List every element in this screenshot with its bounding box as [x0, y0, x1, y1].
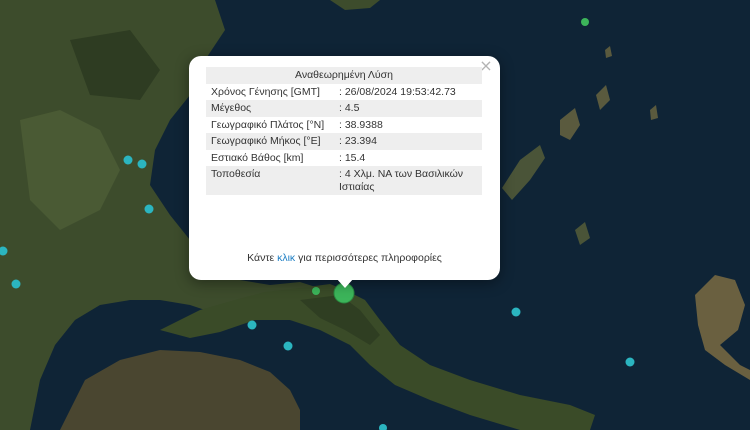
- event-marker[interactable]: [312, 287, 320, 295]
- event-marker[interactable]: [511, 307, 521, 317]
- event-marker[interactable]: [11, 279, 21, 289]
- event-marker[interactable]: [581, 18, 589, 26]
- event-marker[interactable]: [283, 341, 293, 351]
- event-marker[interactable]: [144, 204, 154, 214]
- depth-label: Εστιακό Βάθος [km]: [211, 151, 304, 164]
- magnitude-label: Μέγεθος: [206, 100, 334, 117]
- latitude-value: : 38.9388: [339, 118, 383, 131]
- depth-value: : 15.4: [339, 151, 366, 164]
- latitude-label: Γεωγραφικό Πλάτος [°N]: [211, 118, 325, 131]
- location-value: : 4 Χλμ. ΝΑ των Βασιλικών Ιστιαίας: [334, 166, 482, 195]
- longitude-label: Γεωγραφικό Μήκος [°E]: [206, 133, 334, 150]
- popup-title: Αναθεωρημένη Λύση: [206, 67, 482, 84]
- more-info-line: Κάντε κλικ για περισσότερες πληροφορίες: [189, 252, 500, 264]
- longitude-value: : 23.394: [334, 133, 482, 150]
- more-info-suffix: για περισσότερες πληροφορίες: [295, 252, 442, 264]
- event-popup: × Αναθεωρημένη Λύση Χρόνος Γένησης [GMT]…: [189, 56, 500, 280]
- event-details-table: Αναθεωρημένη Λύση Χρόνος Γένησης [GMT] :…: [206, 67, 482, 195]
- magnitude-value: : 4.5: [334, 100, 482, 117]
- location-label: Τοποθεσία: [206, 166, 334, 195]
- more-info-prefix: Κάντε: [247, 252, 278, 264]
- more-info-link[interactable]: κλικ: [277, 252, 295, 264]
- event-marker[interactable]: [123, 155, 133, 165]
- event-marker[interactable]: [247, 320, 257, 330]
- event-marker[interactable]: [137, 159, 147, 169]
- origin-time-value: : 26/08/2024 19:53:42.73: [339, 85, 456, 98]
- event-marker[interactable]: [625, 357, 635, 367]
- origin-time-label: Χρόνος Γένησης [GMT]: [211, 85, 320, 98]
- popup-tip: [336, 278, 354, 288]
